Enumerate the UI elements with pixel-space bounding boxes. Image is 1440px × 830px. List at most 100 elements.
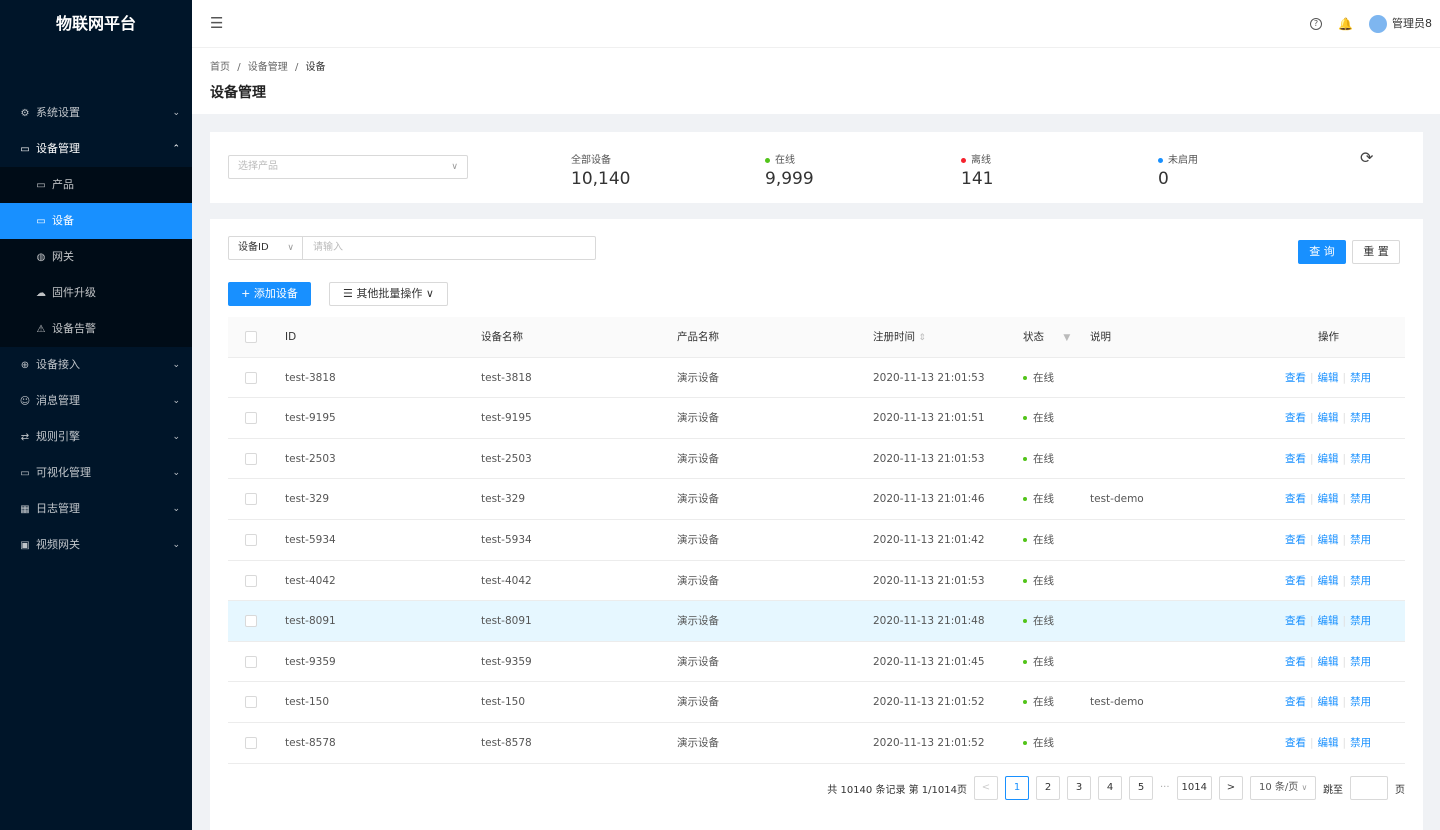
filter-field-select[interactable]: 设备ID ∨ — [229, 237, 303, 259]
view-link[interactable]: 查看 — [1285, 696, 1306, 708]
page-jump-input[interactable] — [1350, 776, 1388, 800]
next-page-button[interactable]: > — [1219, 776, 1243, 800]
sidebar-item-log-management[interactable]: ▦ 日志管理 ⌄ — [0, 491, 192, 527]
jump-label: 跳至 — [1323, 784, 1343, 796]
select-all-checkbox[interactable] — [245, 331, 257, 343]
sidebar-item-visualization[interactable]: ▭ 可视化管理 ⌄ — [0, 455, 192, 491]
row-checkbox[interactable] — [245, 655, 257, 668]
help-icon[interactable]: ? — [1310, 18, 1323, 30]
add-device-button[interactable]: + 添加设备 — [228, 282, 311, 306]
reset-button[interactable]: 重 置 — [1352, 240, 1400, 264]
view-link[interactable]: 查看 — [1285, 656, 1306, 668]
row-checkbox[interactable] — [245, 371, 257, 384]
page-2-button[interactable]: 2 — [1036, 776, 1060, 800]
cell-id: test-2503 — [285, 452, 336, 465]
sidebar-item-message-management[interactable]: ☺ 消息管理 ⌄ — [0, 383, 192, 419]
top-bar: ☰ ? 🔔 管理员8 — [192, 0, 1440, 48]
row-checkbox[interactable] — [245, 696, 257, 709]
sidebar-item-system-settings[interactable]: ⚙ 系统设置 ⌄ — [0, 95, 192, 131]
row-checkbox[interactable] — [245, 736, 257, 749]
sidebar-item-device-access[interactable]: ⊕ 设备接入 ⌄ — [0, 347, 192, 383]
row-checkbox[interactable] — [245, 452, 257, 465]
menu-fold-icon[interactable]: ☰ — [210, 14, 223, 32]
view-link[interactable]: 查看 — [1285, 412, 1306, 424]
row-checkbox[interactable] — [245, 574, 257, 587]
disable-link[interactable]: 禁用 — [1350, 412, 1371, 424]
disable-link[interactable]: 禁用 — [1350, 696, 1371, 708]
page-1014-button[interactable]: 1014 — [1176, 776, 1212, 800]
sidebar-item-firmware-upgrade[interactable]: ☁ 固件升级 — [0, 275, 192, 311]
column-header-id: ID — [285, 331, 297, 343]
edit-link[interactable]: 编辑 — [1318, 412, 1339, 424]
prev-page-button[interactable]: < — [974, 776, 998, 800]
sidebar-item-video-gateway[interactable]: ▣ 视频网关 ⌄ — [0, 527, 192, 563]
chevron-down-icon: ⌄ — [172, 540, 180, 550]
product-select[interactable]: 选择产品 ∨ — [228, 155, 468, 179]
filter-icon[interactable]: ▼ — [1063, 333, 1070, 343]
row-checkbox[interactable] — [245, 615, 257, 628]
disable-link[interactable]: 禁用 — [1350, 575, 1371, 587]
disable-link[interactable]: 禁用 — [1350, 615, 1371, 627]
disable-link[interactable]: 禁用 — [1350, 372, 1371, 384]
edit-link[interactable]: 编辑 — [1318, 615, 1339, 627]
breadcrumb-item-home[interactable]: 首页 — [210, 62, 230, 73]
page-5-button[interactable]: 5 — [1129, 776, 1153, 800]
sidebar-item-device[interactable]: ▭ 设备 — [0, 203, 192, 239]
page-size-select[interactable]: 10 条/页 ∨ — [1250, 776, 1316, 800]
disable-link[interactable]: 禁用 — [1350, 453, 1371, 465]
page-4-button[interactable]: 4 — [1098, 776, 1122, 800]
edit-link[interactable]: 编辑 — [1318, 372, 1339, 384]
pagination-ellipsis[interactable]: ··· — [1160, 776, 1170, 800]
view-link[interactable]: 查看 — [1285, 493, 1306, 505]
edit-link[interactable]: 编辑 — [1318, 696, 1339, 708]
row-checkbox[interactable] — [245, 533, 257, 546]
row-checkbox[interactable] — [245, 493, 257, 506]
bell-icon[interactable]: 🔔 — [1338, 17, 1353, 31]
cell-name: test-150 — [481, 696, 525, 709]
row-checkbox[interactable] — [245, 412, 257, 425]
divider: | — [1342, 371, 1347, 384]
disable-link[interactable]: 禁用 — [1350, 656, 1371, 668]
view-link[interactable]: 查看 — [1285, 372, 1306, 384]
sidebar-item-product[interactable]: ▭ 产品 — [0, 167, 192, 203]
column-header-desc: 说明 — [1090, 331, 1111, 343]
sidebar-item-device-management[interactable]: ▭ 设备管理 ⌃ — [0, 131, 192, 167]
sidebar-item-rule-engine[interactable]: ⇄ 规则引擎 ⌄ — [0, 419, 192, 455]
cell-status: 在线 — [1023, 601, 1054, 641]
batch-operations-button[interactable]: ☰ 其他批量操作 ∨ — [329, 282, 448, 306]
column-header-ops: 操作 — [1318, 331, 1339, 343]
query-button[interactable]: 查 询 — [1298, 240, 1346, 264]
disable-link[interactable]: 禁用 — [1350, 737, 1371, 749]
view-link[interactable]: 查看 — [1285, 737, 1306, 749]
disable-link[interactable]: 禁用 — [1350, 534, 1371, 546]
menu-icon: ▭ — [36, 216, 46, 227]
view-link[interactable]: 查看 — [1285, 534, 1306, 546]
divider: | — [1310, 696, 1314, 709]
user-menu[interactable]: 管理员8 — [1369, 15, 1432, 33]
divider: | — [1310, 736, 1314, 749]
cell-status: 在线 — [1023, 520, 1054, 560]
page-3-button[interactable]: 3 — [1067, 776, 1091, 800]
edit-link[interactable]: 编辑 — [1318, 453, 1339, 465]
column-header-time[interactable]: 注册时间 ⇕ — [873, 317, 926, 358]
cell-time: 2020-11-13 21:01:52 — [873, 736, 985, 749]
sidebar-item-gateway[interactable]: ◍ 网关 — [0, 239, 192, 275]
edit-link[interactable]: 编辑 — [1318, 737, 1339, 749]
edit-link[interactable]: 编辑 — [1318, 656, 1339, 668]
edit-link[interactable]: 编辑 — [1318, 534, 1339, 546]
view-link[interactable]: 查看 — [1285, 615, 1306, 627]
page-1-button[interactable]: 1 — [1005, 776, 1029, 800]
view-link[interactable]: 查看 — [1285, 453, 1306, 465]
view-link[interactable]: 查看 — [1285, 575, 1306, 587]
chevron-down-icon: ⌄ — [172, 432, 180, 442]
edit-link[interactable]: 编辑 — [1318, 575, 1339, 587]
sidebar-item-device-alarm[interactable]: ⚠ 设备告警 — [0, 311, 192, 347]
disable-link[interactable]: 禁用 — [1350, 493, 1371, 505]
table-row: test-4042 test-4042 演示设备 2020-11-13 21:0… — [228, 561, 1405, 602]
edit-link[interactable]: 编辑 — [1318, 493, 1339, 505]
search-input[interactable]: 请输入 — [303, 237, 595, 259]
chevron-down-icon: ∨ — [287, 243, 294, 253]
refresh-icon[interactable]: ⟳ — [1360, 148, 1373, 167]
cell-name: test-3818 — [481, 371, 532, 384]
breadcrumb-item-device-mgmt[interactable]: 设备管理 — [248, 62, 288, 73]
